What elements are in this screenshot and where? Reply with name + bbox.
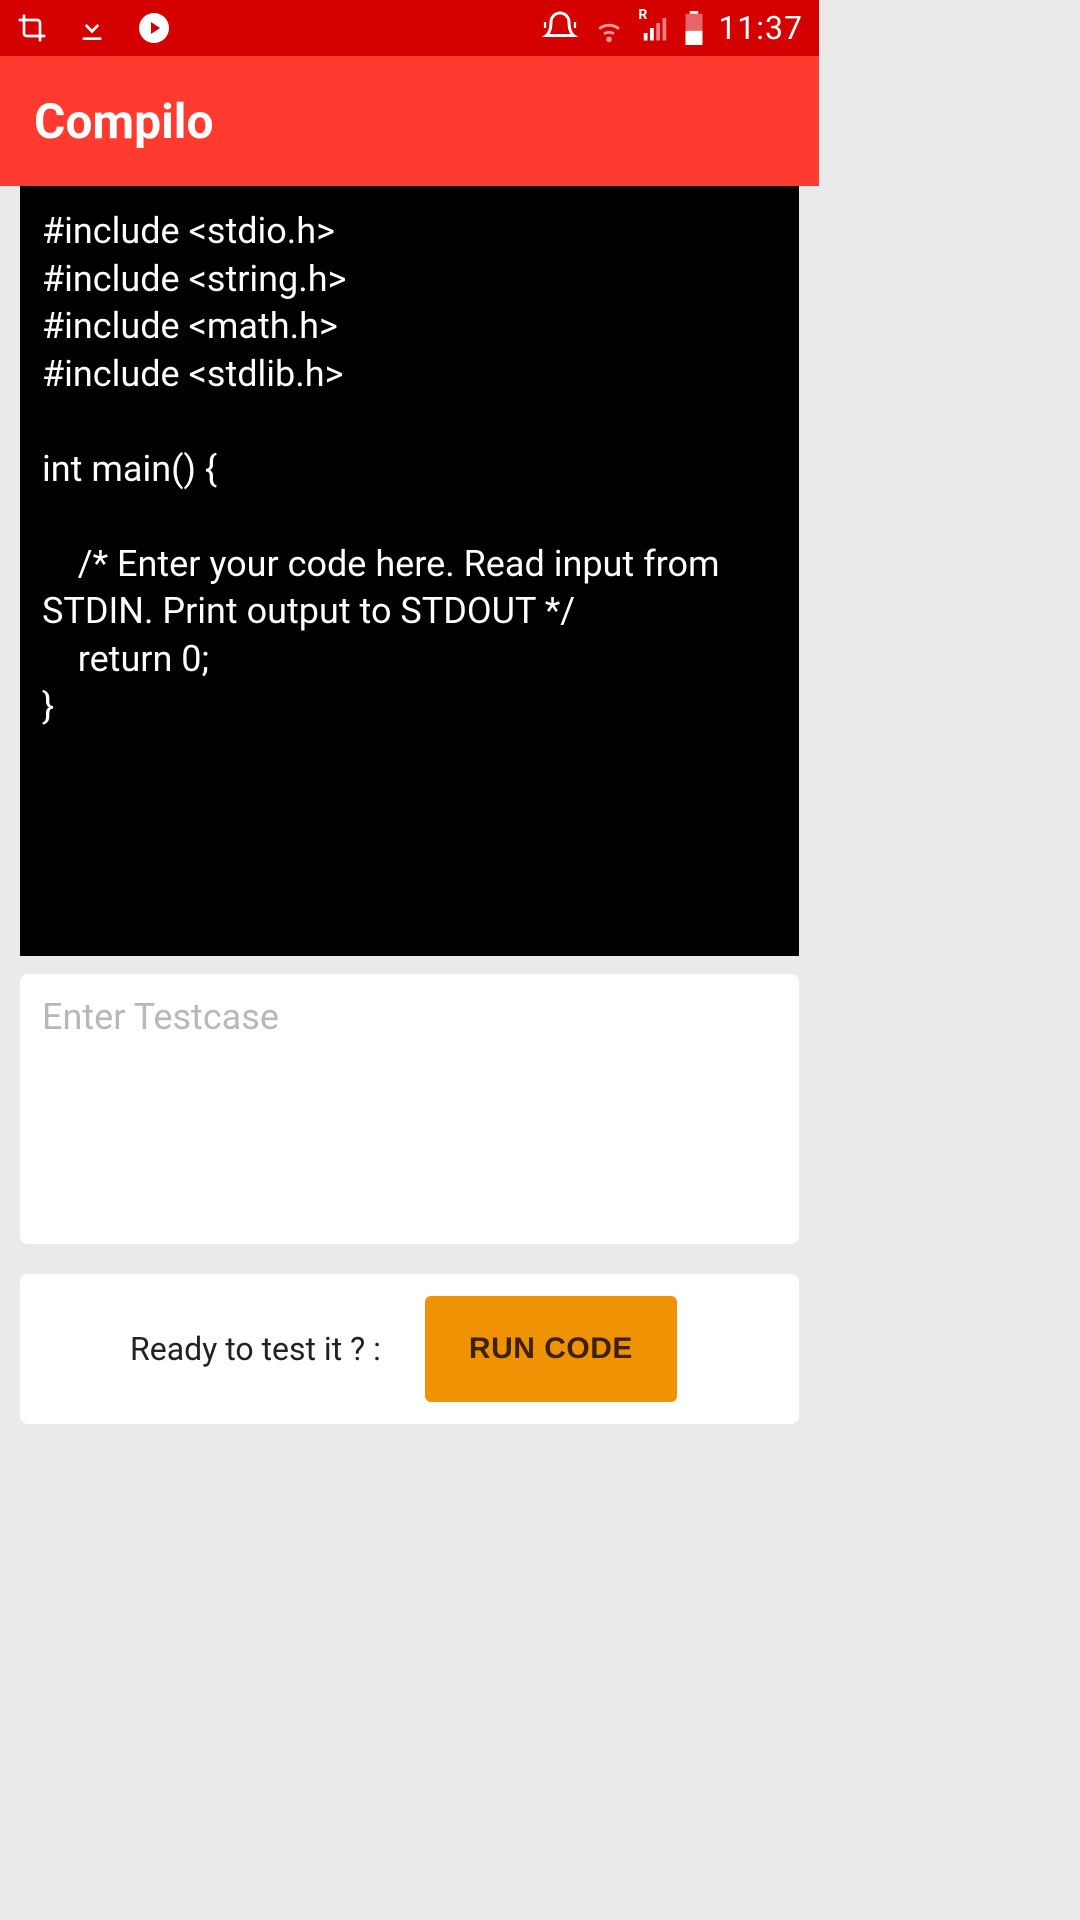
play-circle-icon [136, 10, 172, 46]
run-prompt-label: Ready to test it ? : [130, 1330, 381, 1368]
bell-vibrate-icon [542, 10, 578, 46]
status-left-icons [16, 10, 172, 46]
app-title: Compilo [34, 93, 214, 150]
signal-roaming-label: R [638, 7, 647, 23]
crop-icon [16, 12, 48, 44]
code-editor[interactable] [20, 186, 799, 956]
download-icon [76, 12, 108, 44]
battery-icon [684, 11, 704, 45]
testcase-card [20, 974, 799, 1244]
app-bar: Compilo [0, 56, 819, 186]
status-right-icons: R 11:37 [542, 9, 803, 47]
status-time: 11:37 [718, 9, 803, 47]
signal-icon: R [640, 13, 670, 43]
testcase-input[interactable] [42, 996, 777, 1222]
content-area: Ready to test it ? : RUN CODE [0, 186, 819, 1424]
run-card: Ready to test it ? : RUN CODE [20, 1274, 799, 1424]
run-code-button[interactable]: RUN CODE [425, 1296, 677, 1402]
status-bar: R 11:37 [0, 0, 819, 56]
wifi-icon [592, 11, 626, 45]
